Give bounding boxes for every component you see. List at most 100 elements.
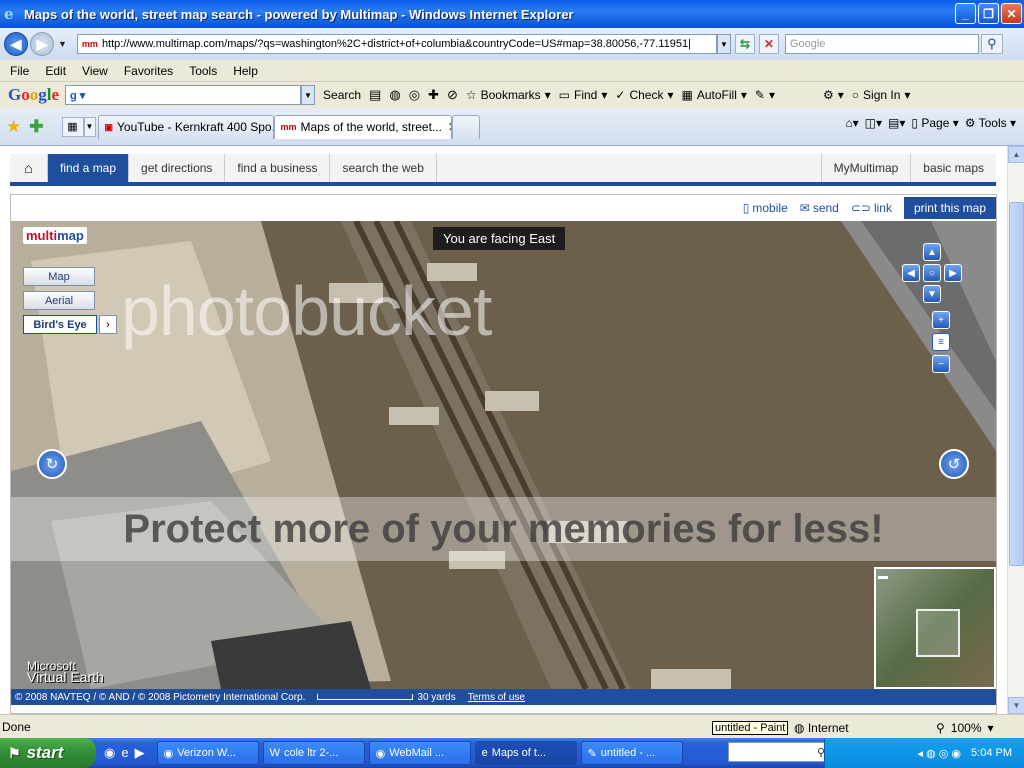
overview-minimap[interactable]: ▬ <box>874 567 996 689</box>
new-tab-button[interactable] <box>451 114 480 139</box>
menu-edit[interactable]: Edit <box>45 64 66 78</box>
rotate-left-icon[interactable]: ↻ <box>37 449 67 479</box>
tab-youtube[interactable]: ▣ YouTube - Kernkraft 400 Spo... <box>97 114 274 139</box>
system-tray: ◂ ◍ ◎ ◉ 5:04 PM <box>824 738 1024 768</box>
tray-icons[interactable]: ◂ ◍ ◎ ◉ <box>918 747 961 760</box>
page-content: ⌂ find a map get directions find a busin… <box>0 146 1024 714</box>
mobile-link[interactable]: ▯ mobile <box>743 201 788 215</box>
pan-right-icon[interactable]: ▶ <box>944 264 962 282</box>
print-map-button[interactable]: print this map <box>903 197 996 219</box>
feeds-icon[interactable]: ◫▾ <box>865 116 882 130</box>
taskbar-webmail[interactable]: ◉ WebMail ... <box>368 741 471 765</box>
nav-basic-maps[interactable]: basic maps <box>910 154 996 182</box>
address-dropdown-icon[interactable]: ▼ <box>716 34 731 54</box>
autofill-button[interactable]: ▦ AutoFill ▾ <box>682 88 747 102</box>
firefox-icon[interactable]: ◉ <box>104 745 115 761</box>
check-button[interactable]: ✓ Check ▾ <box>615 88 673 102</box>
media-icon[interactable]: ▶ <box>135 745 145 761</box>
favorites-star-icon[interactable]: ★ <box>6 117 21 137</box>
taskbar-paint[interactable]: ✎ untitled - ... <box>580 741 683 765</box>
photobucket-watermark: photobucket <box>121 272 492 350</box>
taskbar-verizon[interactable]: ◉ Verizon W... <box>156 741 259 765</box>
scroll-down-icon[interactable]: ▼ <box>1008 697 1024 714</box>
refresh-button[interactable]: ⇆ <box>734 34 755 54</box>
tools-menu[interactable]: ⚙ Tools ▾ <box>965 116 1016 130</box>
signin-button[interactable]: ○ Sign In ▾ <box>852 88 911 102</box>
view-birds-eye-button[interactable]: Bird's Eye <box>23 315 97 334</box>
zoom-level[interactable]: ⚲ 100% ▾ <box>936 721 994 735</box>
rotate-right-icon[interactable]: ↺ <box>939 449 969 479</box>
stop-button[interactable]: ✕ <box>758 34 779 54</box>
globe-icon[interactable]: ◍ <box>389 87 400 103</box>
menu-help[interactable]: Help <box>233 64 258 78</box>
chevron-right-icon[interactable]: › <box>99 315 117 334</box>
pan-center-icon[interactable]: ○ <box>923 264 941 282</box>
minimize-button[interactable]: _ <box>955 3 976 24</box>
find-button[interactable]: ▭ Find ▾ <box>559 88 608 102</box>
ie-icon[interactable]: e <box>121 745 128 761</box>
pan-up-icon[interactable]: ▲ <box>923 243 941 261</box>
google-search-button[interactable]: Search <box>323 88 361 102</box>
link-link[interactable]: ⊂⊃ link <box>851 201 892 215</box>
menu-favorites[interactable]: Favorites <box>124 64 173 78</box>
google-desktop-search[interactable]: ⚲ <box>728 742 830 762</box>
zoom-out-icon[interactable]: − <box>932 355 950 373</box>
vertical-scrollbar[interactable]: ▲ ▼ <box>1007 146 1024 714</box>
nav-find-a-map[interactable]: find a map <box>48 154 130 182</box>
view-map-button[interactable]: Map <box>23 267 95 286</box>
forward-button[interactable]: ▶ <box>30 32 54 56</box>
map-view[interactable]: photobucket Protect more of your memorie… <box>11 221 996 689</box>
taskbar-maps[interactable]: e Maps of t... <box>474 741 577 765</box>
home-icon[interactable]: ⌂▾ <box>845 116 858 130</box>
menu-tools[interactable]: Tools <box>189 64 217 78</box>
back-button[interactable]: ◀ <box>4 32 28 56</box>
minimap-collapse-icon[interactable]: ▬ <box>878 571 892 582</box>
history-dropdown-icon[interactable]: ▼ <box>58 39 67 49</box>
address-bar[interactable]: mm http://www.multimap.com/maps/?qs=wash… <box>76 34 717 54</box>
search-icon[interactable]: ⚲ <box>980 34 1003 54</box>
news-icon[interactable]: ▤ <box>369 87 381 103</box>
google-search-dropdown-icon[interactable]: ▼ <box>301 85 316 105</box>
nav-get-directions[interactable]: get directions <box>129 154 226 182</box>
add-favorites-icon[interactable]: ✚ <box>29 117 43 137</box>
scroll-up-icon[interactable]: ▲ <box>1008 146 1024 163</box>
close-button[interactable]: ✕ <box>1001 3 1022 24</box>
close-tab-icon[interactable]: ✕ <box>448 120 451 134</box>
bookmarks-button[interactable]: ☆ Bookmarks ▾ <box>466 88 551 102</box>
start-button[interactable]: ⚑ start <box>0 738 96 768</box>
zoom-in-icon[interactable]: + <box>932 311 950 329</box>
wrench-button[interactable]: ⚙ ▾ <box>823 88 844 102</box>
menu-file[interactable]: File <box>10 64 29 78</box>
pan-down-icon[interactable]: ▼ <box>923 285 941 303</box>
zoom-level-icon[interactable]: ≡ <box>932 333 950 351</box>
search-input[interactable]: Google <box>784 34 979 54</box>
google-search-input[interactable]: g ▾ <box>65 85 302 105</box>
menu-view[interactable]: View <box>82 64 108 78</box>
photobucket-slogan: Protect more of your memories for less! <box>11 497 996 561</box>
window-titlebar: e Maps of the world, street map search -… <box>0 0 1024 28</box>
quick-tabs-icon[interactable]: ▦ <box>61 116 84 137</box>
nav-find-a-business[interactable]: find a business <box>225 154 331 182</box>
minimap-viewport[interactable] <box>916 609 960 657</box>
blocker-icon[interactable]: ⊘ <box>447 87 458 103</box>
send-link[interactable]: ✉ send <box>800 201 839 215</box>
tab-multimap[interactable]: mm Maps of the world, street... ✕ <box>273 114 452 139</box>
ie-logo-icon: e <box>4 5 14 23</box>
plus-icon[interactable]: ✚ <box>428 87 439 103</box>
page-menu[interactable]: ▯ Page ▾ <box>911 116 958 130</box>
print-icon[interactable]: ▤▾ <box>888 116 905 130</box>
view-aerial-button[interactable]: Aerial <box>23 291 95 310</box>
tab-list-dropdown-icon[interactable]: ▼ <box>83 116 96 137</box>
nav-mymultimap[interactable]: MyMultimap <box>820 154 911 182</box>
terms-of-use-link[interactable]: Terms of use <box>468 692 525 703</box>
security-zone: ◍ Internet <box>794 721 849 735</box>
scroll-thumb[interactable] <box>1009 202 1024 566</box>
taskbar-cole-ltr[interactable]: Wcole ltr 2-... <box>262 741 365 765</box>
pan-left-icon[interactable]: ◀ <box>902 264 920 282</box>
maximize-button[interactable]: ❐ <box>978 3 999 24</box>
home-nav-icon[interactable]: ⌂ <box>10 154 48 182</box>
nav-search-the-web[interactable]: search the web <box>330 154 437 182</box>
google-logo: Google <box>8 85 60 104</box>
highlight-button[interactable]: ✎ ▾ <box>755 88 775 102</box>
spiral-icon[interactable]: ◎ <box>409 87 420 103</box>
